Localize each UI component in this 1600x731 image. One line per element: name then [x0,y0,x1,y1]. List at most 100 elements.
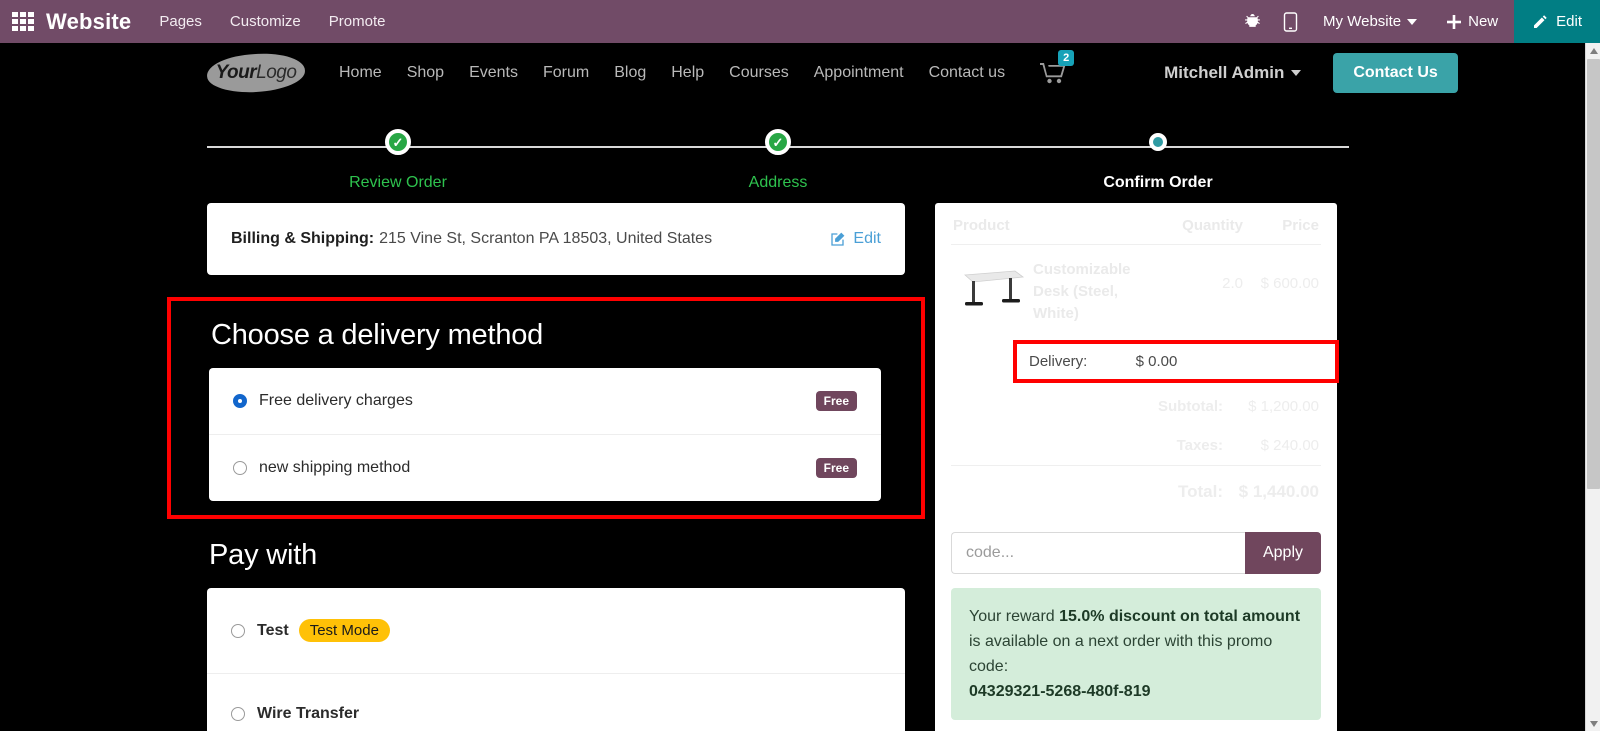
logo-text: Your Logo [207,54,305,92]
site-nav-blog[interactable]: Blog [614,64,646,82]
delivery-radio-free-delivery-charges[interactable] [233,394,247,408]
site-header: Your Logo Home Shop Events Forum Blog Hel… [0,43,1585,103]
bug-icon[interactable] [1233,0,1271,43]
reward-prefix-text: Your reward [969,608,1060,625]
delivery-radio-new-shipping-method[interactable] [233,461,247,475]
edit-pencil-square-icon [831,232,845,246]
stepper-dot-wrap [1140,129,1176,165]
summary-col-quantity: Quantity [1182,217,1243,234]
payment-option-wire-transfer[interactable]: Wire Transfer [207,673,905,731]
stepper-label-confirm-order: Confirm Order [1103,174,1213,191]
summary-product-quantity: 2.0 [1222,275,1243,292]
summary-delivery-row: Delivery: $ 0.00 [1017,344,1335,379]
summary-taxes-value: $ 240.00 [1260,437,1319,454]
check-circle-icon: ✓ [765,129,791,155]
promo-code-input[interactable] [951,532,1245,574]
edit-button-label: Edit [1556,13,1582,30]
site-nav-appointment[interactable]: Appointment [814,64,904,82]
apps-grid-icon[interactable] [10,11,36,33]
checkout-left-column: Billing & Shipping: 215 Vine St, Scranto… [167,203,925,731]
summary-table-header: Product Quantity Price [951,203,1321,245]
reward-message-box: Your reward 15.0% discount on total amou… [951,588,1321,720]
billing-edit-link[interactable]: Edit [830,230,881,248]
website-selector-dropdown[interactable]: My Website [1309,13,1431,30]
summary-subtotal-row: Subtotal: $ 1,200.00 [951,387,1321,426]
scroll-down-arrow-icon[interactable] [1586,716,1600,731]
new-button-label: New [1468,13,1499,30]
billing-shipping-label: Billing & Shipping: [231,230,375,247]
pencil-icon [1534,14,1547,28]
site-nav-events[interactable]: Events [469,64,518,82]
topbar-right-group: My Website New Edit [1233,0,1600,43]
summary-col-price: Price [1282,217,1319,234]
user-name-label: Mitchell Admin [1164,63,1285,82]
site-nav-forum[interactable]: Forum [543,64,589,82]
delivery-option-new-shipping-method[interactable]: new shipping method Free [209,434,881,501]
checkout-body: Billing & Shipping: 215 Vine St, Scranto… [0,203,1585,731]
topbar-menu-pages[interactable]: Pages [159,13,202,30]
promo-code-row: Apply [951,532,1321,574]
stepper-step-confirm-order[interactable]: Confirm Order [1043,129,1273,192]
website-selector-label: My Website [1323,13,1402,30]
mobile-preview-icon[interactable] [1271,0,1309,43]
logo-text-logo: Logo [256,62,297,83]
reward-promo-code: 04329321-5268-480f-819 [969,683,1151,700]
payment-option-test[interactable]: Test Test Mode [207,588,905,673]
summary-product-row: Customizable Desk (Steel, White) 2.0 $ 6… [951,245,1321,336]
payment-options-card: Test Test Mode Wire Transfer [207,588,905,731]
delivery-section-title: Choose a delivery method [211,319,544,351]
check-circle-icon: ✓ [385,129,411,155]
cart-widget[interactable]: 2 [1040,50,1075,84]
summary-subtotal-value: $ 1,200.00 [1248,398,1319,415]
summary-total-value: $ 1,440.00 [1238,482,1319,501]
scrollbar-thumb[interactable] [1587,59,1600,489]
site-nav-contact-us[interactable]: Contact us [929,64,1005,82]
delivery-method-highlight-box: Choose a delivery method Free delivery c… [167,297,925,519]
scroll-up-arrow-icon[interactable] [1586,43,1600,58]
checkout-right-column: Product Quantity Price Customizable Desk… [935,203,1339,731]
stepper-label-address: Address [748,174,808,191]
stepper-dot-wrap: ✓ [760,129,796,165]
billing-edit-label: Edit [853,230,881,247]
page-scrollbar[interactable] [1585,43,1600,731]
payment-option-label: Wire Transfer [257,705,360,722]
stepper-step-address[interactable]: ✓ Address [663,129,893,192]
summary-total-row: Total: $ 1,440.00 [951,465,1321,518]
stepper-step-review-order[interactable]: ✓ Review Order [283,129,513,192]
check-mark-icon: ✓ [392,134,404,150]
app-brand-name[interactable]: Website [46,9,131,35]
delivery-option-free-delivery-charges[interactable]: Free delivery charges Free [209,368,881,434]
apply-promo-button[interactable]: Apply [1244,532,1321,574]
delivery-price-badge: Free [815,391,857,411]
site-nav-help[interactable]: Help [671,64,704,82]
payment-section-title: Pay with [209,539,317,571]
topbar-menu-promote[interactable]: Promote [329,13,386,30]
chevron-down-icon [1407,18,1418,25]
site-nav-shop[interactable]: Shop [407,64,444,82]
delivery-option-label: new shipping method [259,459,411,476]
new-button[interactable]: New [1431,0,1514,43]
summary-delivery-value: $ 0.00 [1135,353,1178,370]
summary-product-name: Customizable Desk (Steel, White) [1033,261,1131,322]
odoo-top-bar: Website Pages Customize Promote My Websi… [0,0,1600,43]
desk-product-thumbnail [953,259,1027,311]
stepper-label-review-order: Review Order [349,174,447,191]
delivery-price-badge: Free [815,458,857,478]
site-logo[interactable]: Your Logo [206,51,306,95]
contact-us-button[interactable]: Contact Us [1333,53,1458,93]
logo-text-your: Your [215,62,257,83]
payment-option-label: Test [257,621,289,639]
user-menu[interactable]: Mitchell Admin [1164,63,1302,83]
payment-radio-test[interactable] [231,623,245,638]
topbar-menu-customize[interactable]: Customize [230,13,301,30]
plus-icon [1447,14,1462,29]
site-nav-courses[interactable]: Courses [729,64,789,82]
summary-subtotal-label: Subtotal: [1158,398,1223,415]
summary-col-product: Product [953,217,1010,234]
payment-radio-wire-transfer[interactable] [231,707,245,721]
site-nav-home[interactable]: Home [339,64,382,82]
reward-highlight-text: 15.0% discount on total amount [1059,608,1301,625]
summary-total-label: Total: [1177,482,1223,501]
edit-button[interactable]: Edit [1514,0,1600,43]
billing-shipping-card: Billing & Shipping: 215 Vine St, Scranto… [207,203,905,275]
